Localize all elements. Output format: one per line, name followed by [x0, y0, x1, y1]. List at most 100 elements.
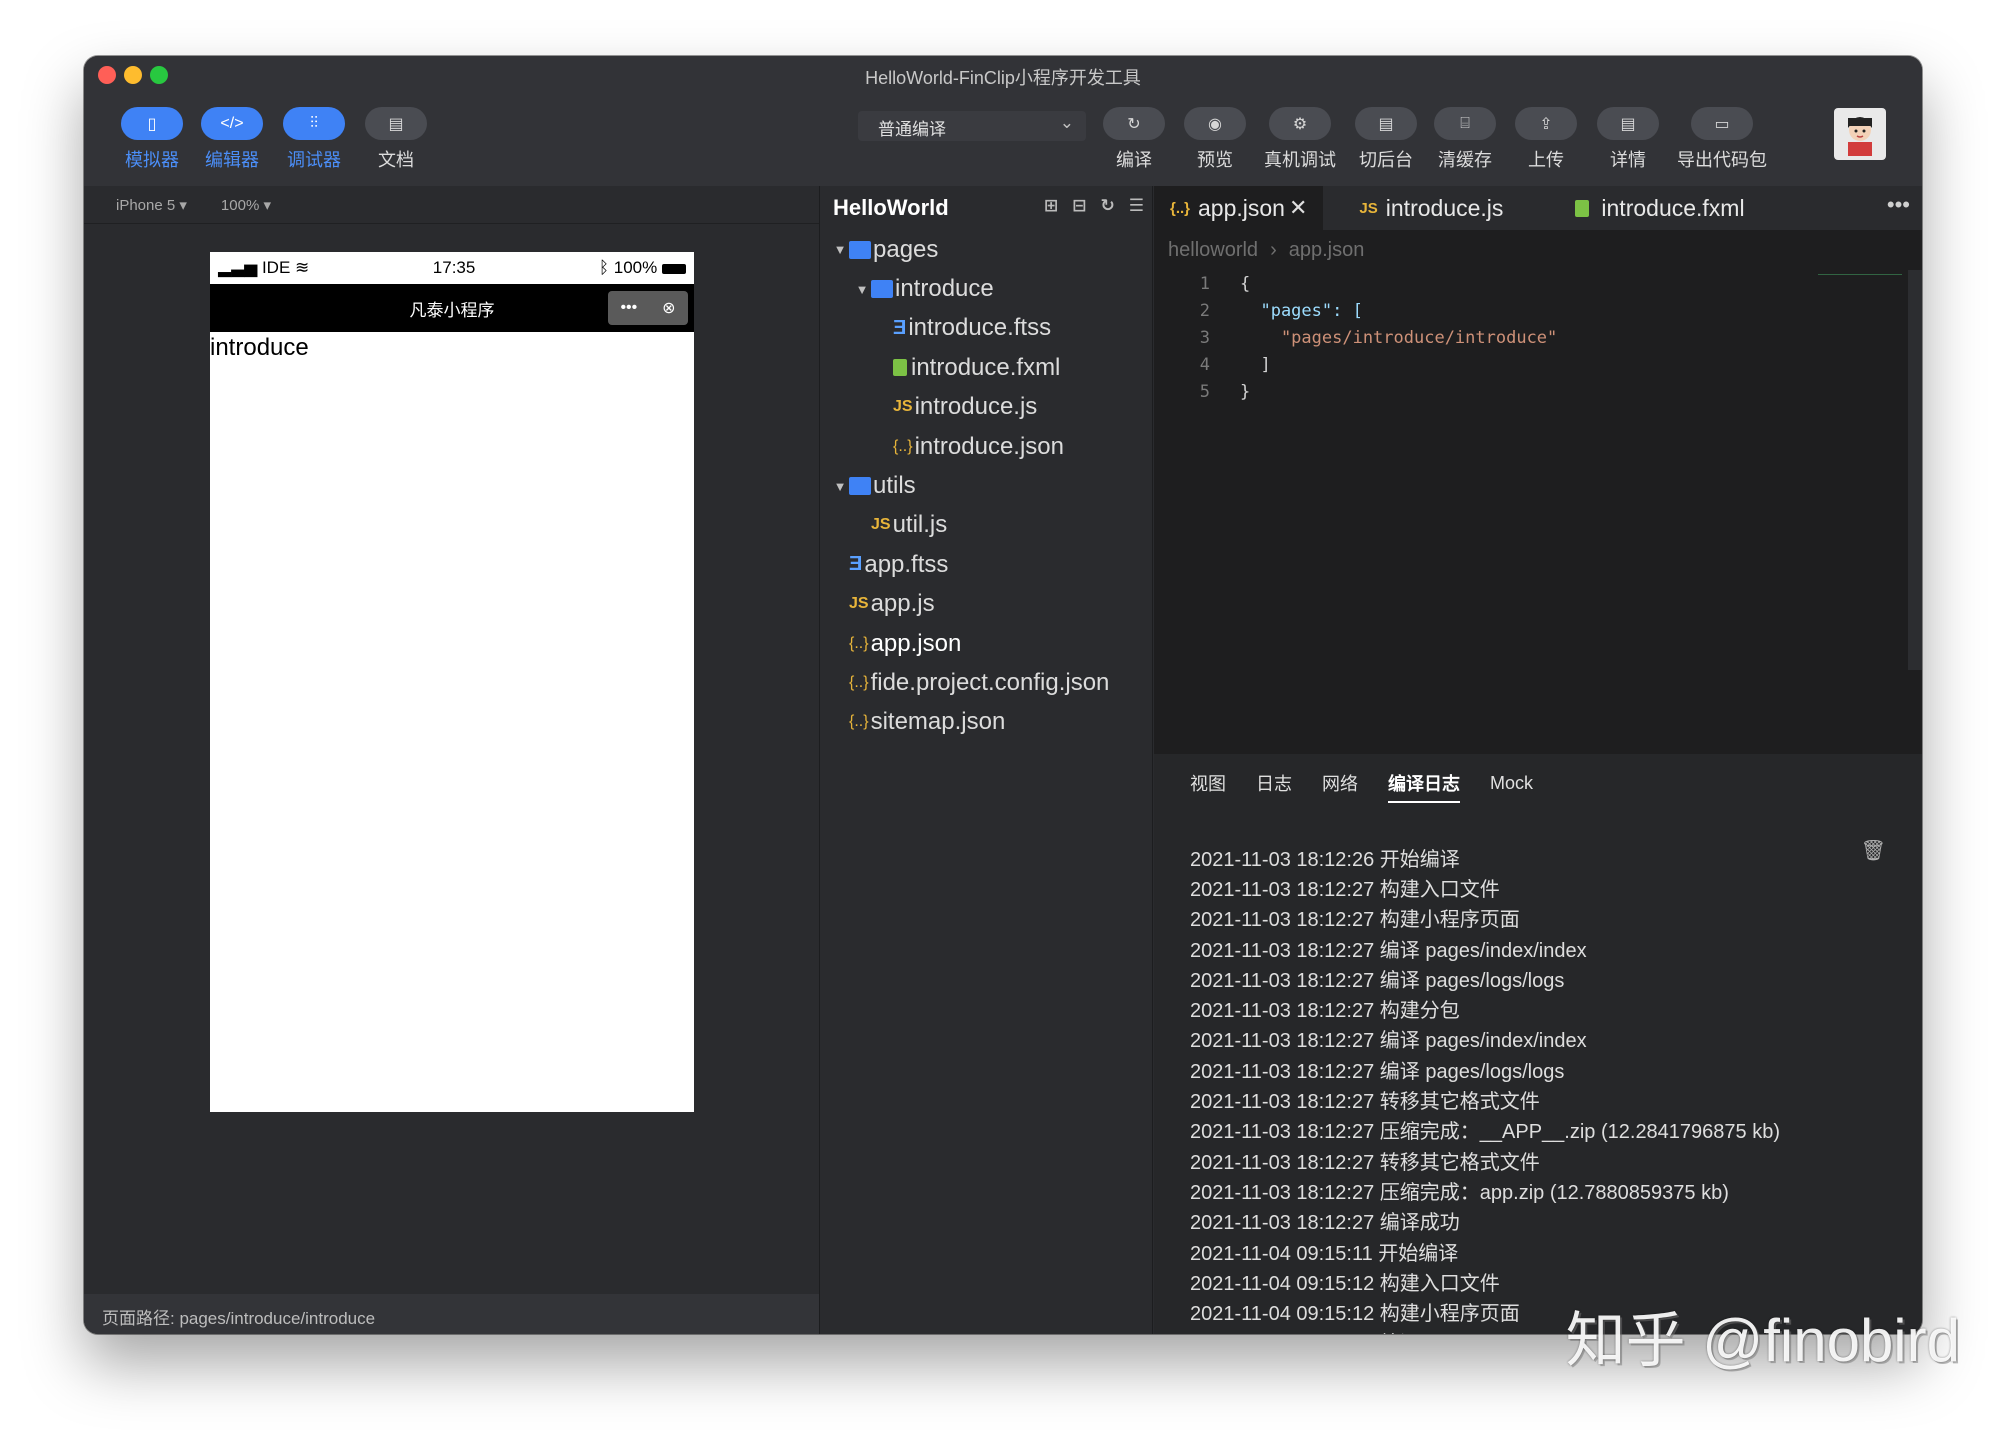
file-tree-item[interactable]: ▼ utils [821, 466, 1152, 505]
project-title: HelloWorld ⊞ ⊟ ↻ ☰ [833, 195, 1144, 220]
console-tab[interactable]: 日志 [1256, 770, 1292, 796]
refresh-icon: ↻ [1127, 115, 1141, 133]
file-name: introduce [895, 275, 994, 303]
file-tree-item[interactable]: Ǝintroduce.ftss [821, 309, 1152, 348]
tab-introduce-fxml[interactable]: introduce.fxml [1559, 186, 1760, 230]
collapse-icon[interactable]: ☰ [1129, 196, 1144, 216]
editor-scrollbar[interactable] [1908, 270, 1922, 670]
editor-button[interactable]: </> 编辑器 [200, 107, 264, 172]
close-icon[interactable]: ✕ [1289, 195, 1307, 221]
watermark: 知乎 @finobird [1565, 1307, 1960, 1374]
file-tree-item[interactable]: {..} fide.project.config.json [821, 663, 1152, 702]
log-line: 2021-11-03 18:12:27 编译成功 [1190, 1212, 1460, 1235]
console-tab[interactable]: 编译日志 [1388, 770, 1460, 803]
simulator-button[interactable]: ▯ 模拟器 [120, 107, 184, 172]
capsule-menu[interactable]: ••• ⊗ [608, 291, 688, 325]
close-circle-icon[interactable]: ⊗ [662, 298, 675, 318]
minimap[interactable] [1818, 274, 1902, 280]
zoom-select[interactable]: 100% ▾ [221, 196, 271, 214]
clear-cache-label: 清缓存 [1438, 150, 1492, 170]
editor-tabs: {..} app.json ✕ JS introduce.js introduc… [1154, 186, 1922, 230]
console-tab[interactable]: 网络 [1322, 770, 1358, 796]
file-name: app.js [870, 590, 935, 618]
file-tree-item[interactable]: introduce.fxml [821, 348, 1152, 387]
file-name: app.ftss [864, 550, 949, 578]
refresh-icon[interactable]: ↻ [1101, 196, 1115, 216]
file-tree-item[interactable]: {..} sitemap.json [821, 703, 1152, 742]
wifi-icon: ≋ [295, 258, 310, 277]
log-line: 2021-11-04 09:15:11 开始编译 [1190, 1242, 1459, 1265]
log-line: 2021-11-03 18:12:27 构建入口文件 [1190, 878, 1500, 901]
compile-log: 2021-11-03 18:12:26 开始编译 2021-11-03 18:12… [1190, 842, 1882, 1334]
log-line: 2021-11-03 18:12:27 构建分包 [1190, 1000, 1460, 1023]
code-line[interactable]: 5} [1154, 378, 1922, 405]
file-tree-item[interactable]: ▼ introduce [821, 269, 1152, 308]
breadcrumb-project[interactable]: helloworld [1168, 239, 1258, 262]
code-line[interactable]: 4 ] [1154, 351, 1922, 378]
new-folder-icon[interactable]: ⊟ [1072, 196, 1086, 216]
upload-label: 上传 [1528, 150, 1564, 170]
device-select[interactable]: iPhone 5 ▾ [116, 196, 187, 214]
file-tree-item[interactable]: Ǝapp.ftss [821, 545, 1152, 584]
preview-button[interactable]: ◉ 预览 [1183, 107, 1247, 172]
file-tree-item[interactable]: JS introduce.js [821, 388, 1152, 427]
code-area[interactable]: 1{2 "pages": [3 "pages/introduce/introdu… [1154, 270, 1922, 405]
preview-label: 预览 [1197, 150, 1233, 170]
export-package-button[interactable]: ▭ 导出代码包 [1674, 107, 1770, 172]
debugger-button[interactable]: ⫶⫶ 调试器 [282, 107, 346, 172]
js-file-icon: JS [849, 595, 869, 613]
details-button[interactable]: ▤ 详情 [1596, 107, 1660, 172]
breadcrumb-file[interactable]: app.json [1289, 239, 1365, 262]
upload-button[interactable]: ⇪ 上传 [1514, 107, 1578, 172]
compile-button[interactable]: ↻ 编译 [1102, 107, 1166, 172]
export-package-label: 导出代码包 [1677, 150, 1767, 170]
code-line[interactable]: 1{ [1154, 270, 1922, 297]
line-number: 1 [1199, 273, 1210, 294]
js-file-icon: JS [1359, 199, 1378, 217]
log-line: 2021-11-03 18:12:26 开始编译 [1190, 848, 1460, 871]
caret-down-icon[interactable]: ▼ [831, 242, 849, 257]
breadcrumb: helloworld › app.json [1154, 230, 1922, 270]
background-button[interactable]: ▤ 切后台 [1354, 107, 1418, 172]
page-path: 页面路径: pages/introduce/introduce [84, 1294, 819, 1334]
code-line[interactable]: 2 "pages": [ [1154, 297, 1922, 324]
caret-down-icon[interactable]: ▼ [831, 479, 849, 494]
file-name: introduce.json [914, 432, 1065, 460]
caret-down-icon[interactable]: ▼ [853, 282, 871, 297]
log-line: 2021-11-03 18:12:27 编译 pages/logs/logs [1190, 1060, 1565, 1083]
log-line: 2021-11-03 18:12:27 构建小程序页面 [1190, 909, 1520, 932]
file-tree-item[interactable]: JS util.js [821, 506, 1152, 545]
file-tree-item[interactable]: JS app.js [821, 585, 1152, 624]
log-line: 2021-11-03 18:12:27 编译 pages/index/index [1190, 1030, 1587, 1053]
remote-debug-button[interactable]: ⚙ 真机调试 [1260, 107, 1340, 172]
json-file-icon: {..} [849, 634, 869, 652]
file-name: introduce.fxml [911, 353, 1061, 381]
console-tab[interactable]: 视图 [1190, 770, 1226, 796]
upload-icon: ⇪ [1539, 115, 1553, 133]
new-file-icon[interactable]: ⊞ [1044, 196, 1058, 216]
tab-app-json[interactable]: {..} app.json ✕ [1154, 186, 1324, 230]
file-tree-item[interactable]: {..} app.json [821, 624, 1152, 663]
code-line[interactable]: 3 "pages/introduce/introduce" [1154, 324, 1922, 351]
line-number: 5 [1199, 381, 1210, 402]
code-editor: {..} app.json ✕ JS introduce.js introduc… [1154, 186, 1922, 754]
json-file-icon: {..} [849, 673, 869, 691]
file-tree-item[interactable]: ▼ pages [821, 230, 1152, 269]
more-icon[interactable]: ••• [620, 299, 637, 317]
file-name: app.json [870, 629, 962, 657]
chevron-down-icon: ⌄ [1059, 113, 1074, 132]
more-icon[interactable]: ••• [1887, 192, 1910, 218]
battery: ᛒ 100% [599, 258, 686, 278]
avatar[interactable] [1834, 108, 1886, 160]
app-window: HelloWorld-FinClip小程序开发工具 ▯ 模拟器 </> 编辑器 … [84, 56, 1922, 1334]
line-text: ] [1240, 354, 1271, 375]
console-tab[interactable]: Mock [1490, 773, 1533, 794]
file-tree-item[interactable]: {..} introduce.json [821, 427, 1152, 466]
json-file-icon: {..} [1170, 199, 1191, 217]
sliders-icon: ⫶⫶ [309, 114, 318, 132]
clear-cache-button[interactable]: ⌸ 清缓存 [1432, 107, 1498, 172]
code-icon: </> [220, 114, 244, 132]
compile-mode-select[interactable]: 普通编译 ⌄ [858, 111, 1086, 141]
tab-introduce-js[interactable]: JS introduce.js [1343, 186, 1519, 230]
docs-button[interactable]: ▤ 文档 [364, 107, 428, 172]
